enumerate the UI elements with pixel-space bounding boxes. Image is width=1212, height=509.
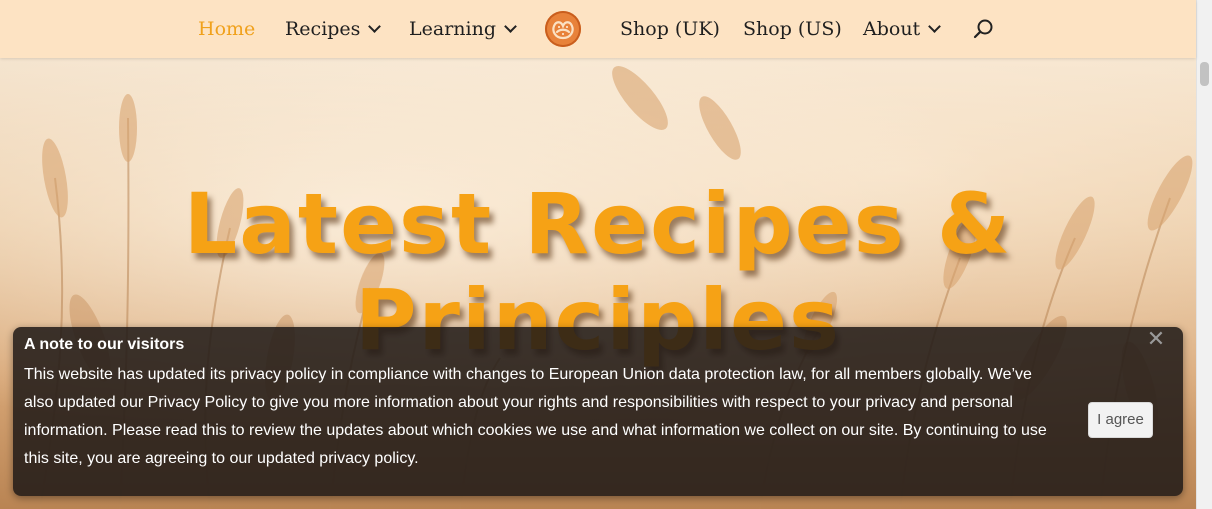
notice-title: A note to our visitors (24, 336, 185, 353)
nav-item-label: Recipes (285, 18, 361, 40)
hero-title-line1: Latest Recipes & (183, 175, 1013, 273)
nav-item-label: Shop (UK) (620, 18, 720, 40)
notice-body: This website has updated its privacy pol… (24, 366, 1047, 467)
nav-item-shop-us[interactable]: Shop (US) (743, 14, 842, 44)
close-icon[interactable]: ✕ (1145, 329, 1167, 351)
nav-item-label: About (863, 18, 921, 40)
chevron-down-icon (368, 20, 382, 33)
nav-item-recipes[interactable]: Recipes (285, 14, 382, 44)
site-header: Home Recipes Learning Shop (UK) Shop (US… (0, 0, 1196, 58)
nav-item-label: Shop (US) (743, 18, 842, 40)
pretzel-icon[interactable] (545, 11, 581, 47)
nav-item-shop-uk[interactable]: Shop (UK) (620, 14, 720, 44)
nav-item-learning[interactable]: Learning (409, 14, 517, 44)
chevron-down-icon (928, 20, 942, 33)
scrollbar-thumb[interactable] (1200, 62, 1209, 86)
search-icon[interactable] (972, 17, 996, 41)
nav-item-label: Home (198, 18, 256, 40)
vertical-scrollbar[interactable] (1196, 0, 1212, 509)
nav-item-about[interactable]: About (863, 14, 942, 44)
chevron-down-icon (504, 20, 517, 33)
agree-button[interactable]: I agree (1088, 402, 1153, 438)
nav-item-label: Learning (409, 18, 496, 40)
nav-item-home[interactable]: Home (198, 14, 255, 44)
page: Home Recipes Learning Shop (UK) Shop (US… (0, 0, 1212, 509)
privacy-notice: A note to our visitors This website has … (13, 327, 1183, 496)
main-nav: Home Recipes Learning Shop (UK) Shop (US… (0, 0, 1196, 58)
